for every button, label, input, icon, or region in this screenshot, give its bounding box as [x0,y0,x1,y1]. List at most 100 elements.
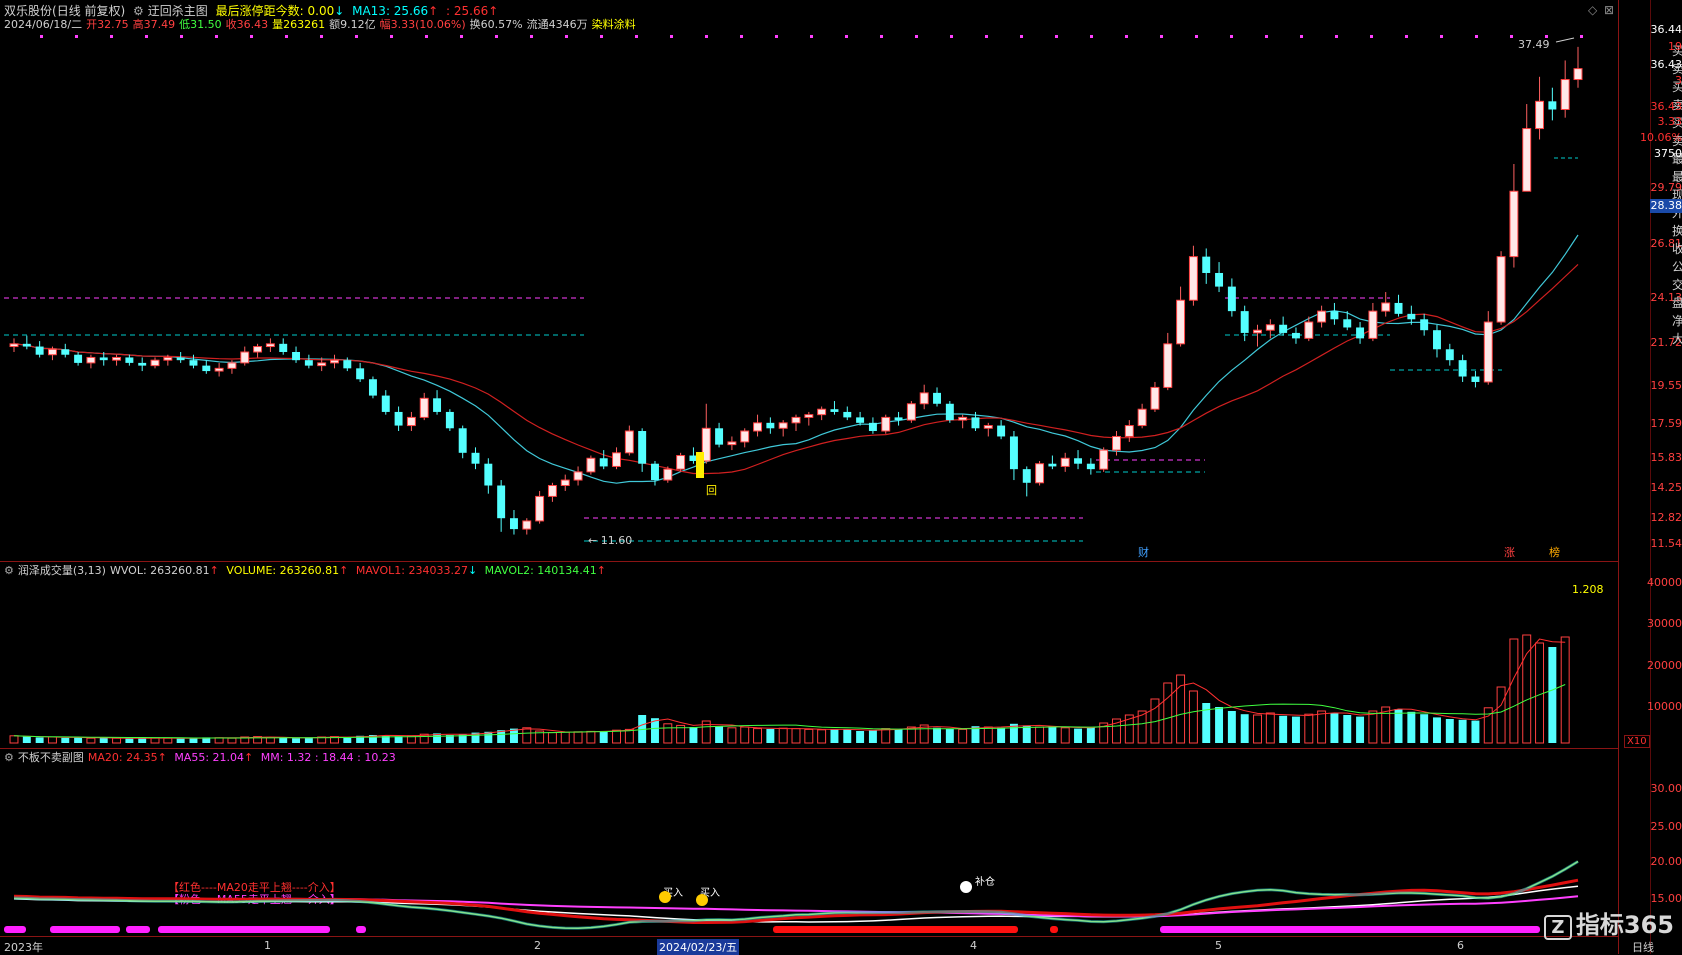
volume-bar-down [1086,727,1095,743]
candle-down [279,343,288,352]
volume-bar-down [830,729,839,743]
candle-down [1074,458,1083,464]
volume-bar-up [791,728,801,744]
volume-bar-down [22,736,31,743]
volume-bar-up [112,737,122,744]
volume-bar-down [715,726,724,743]
stock-chart-window: 双乐股份(日线 前复权) ⚙ 迂回杀主图 最后涨停距今数: 0.00↓ MA13:… [0,0,1682,955]
candle-up [676,455,686,470]
candle-down [1330,311,1339,320]
volume-bar-down [1202,703,1211,743]
candle-down [830,409,839,412]
candle-down [1227,286,1236,312]
candle-up [150,359,160,367]
candle-up [753,422,763,432]
candle-down [1420,319,1429,331]
volume-bar-down [1227,711,1236,743]
side-label: 大 [1672,332,1682,346]
top-marker-dot [1090,35,1093,38]
candle-down [1022,469,1031,483]
side-count-3: 3 [1675,74,1682,87]
top-marker-dot [145,35,148,38]
candle-up [906,403,916,421]
volume-bar-down [1394,709,1403,743]
volume-bar-up [958,728,968,744]
candle-down [1086,463,1095,470]
candle-up [1304,321,1314,339]
candle-down [343,360,352,369]
candle-up [1163,343,1173,388]
candle-down [945,403,954,421]
candle-down [35,346,44,355]
volume-bar-down [189,738,198,743]
candle-up [1253,329,1262,334]
candle-down [1458,360,1467,377]
top-marker-dot [75,35,78,38]
volume-bar-up [624,728,634,744]
candle-down [471,452,480,464]
candle-up [227,362,237,369]
volume-bar-up [881,728,891,744]
top-marker-dot [1335,35,1338,38]
top-marker-dot [1195,35,1198,38]
candle-up [419,397,429,418]
volume-bar-down [125,738,134,743]
current-price-marker: 28.38 [1650,199,1682,213]
candle-down [651,463,659,481]
price-tick: 12.82 [1650,511,1682,524]
candle-up [573,471,583,481]
candle-down [368,379,377,396]
candle-up [1188,256,1198,301]
side-pct: 10.06% [1640,131,1682,144]
candle-up [727,441,737,446]
volume-bar-down [766,729,775,743]
chart-canvas[interactable]: 37.49← 11.60回财涨榜买入 买入补仓 [0,0,1618,954]
candle-up [265,343,275,348]
top-marker-dot [40,35,43,38]
candle-up [919,392,929,405]
candle-down [856,417,865,423]
top-marker-dot [1440,35,1443,38]
side-label: 最 [1672,170,1682,184]
candle-down [99,357,108,361]
side-price: 36.43 [1650,100,1682,113]
candle-up [1535,100,1545,130]
high-price-label: 37.49 [1518,38,1550,51]
top-marker-dot [1475,35,1478,38]
period-switch[interactable]: 日线 [1632,939,1654,955]
volume-bar-up [778,727,788,744]
candle-up [791,416,801,424]
volume-bar-up [560,731,570,744]
subchart-tick: 25.00 [1650,820,1682,833]
top-marker-dot [110,35,113,38]
volume-bar-down [1548,647,1557,743]
candle-down [484,463,493,486]
top-marker-dot [1160,35,1163,38]
top-marker-dot [565,35,568,38]
side-label: 换 [1672,224,1682,238]
signal-band [126,926,150,933]
candle-down [125,357,134,363]
top-marker-dot [705,35,708,38]
volume-bar-down [138,738,147,743]
volume-tick: 30000 [1647,617,1682,630]
candle-up [778,422,788,429]
price-tick: 15.83 [1650,451,1682,464]
candle-up [330,359,339,364]
volume-bar-up [522,727,532,744]
volume-bar-up [214,737,224,744]
signal-band [1050,926,1058,933]
candle-down [22,343,31,347]
volume-bar-up [1265,712,1275,744]
candle-down [843,411,852,418]
candle-down [894,417,903,421]
candle-up [1124,425,1134,437]
ma20-line [13,263,1579,475]
signal-candle [696,452,704,478]
volume-bar-down [1471,720,1480,743]
candle-up [881,416,891,432]
volume-bar-down [1279,715,1288,743]
volume-bar-up [1035,726,1045,744]
price-tick: 19.55 [1650,379,1682,392]
signal-band [356,926,366,933]
